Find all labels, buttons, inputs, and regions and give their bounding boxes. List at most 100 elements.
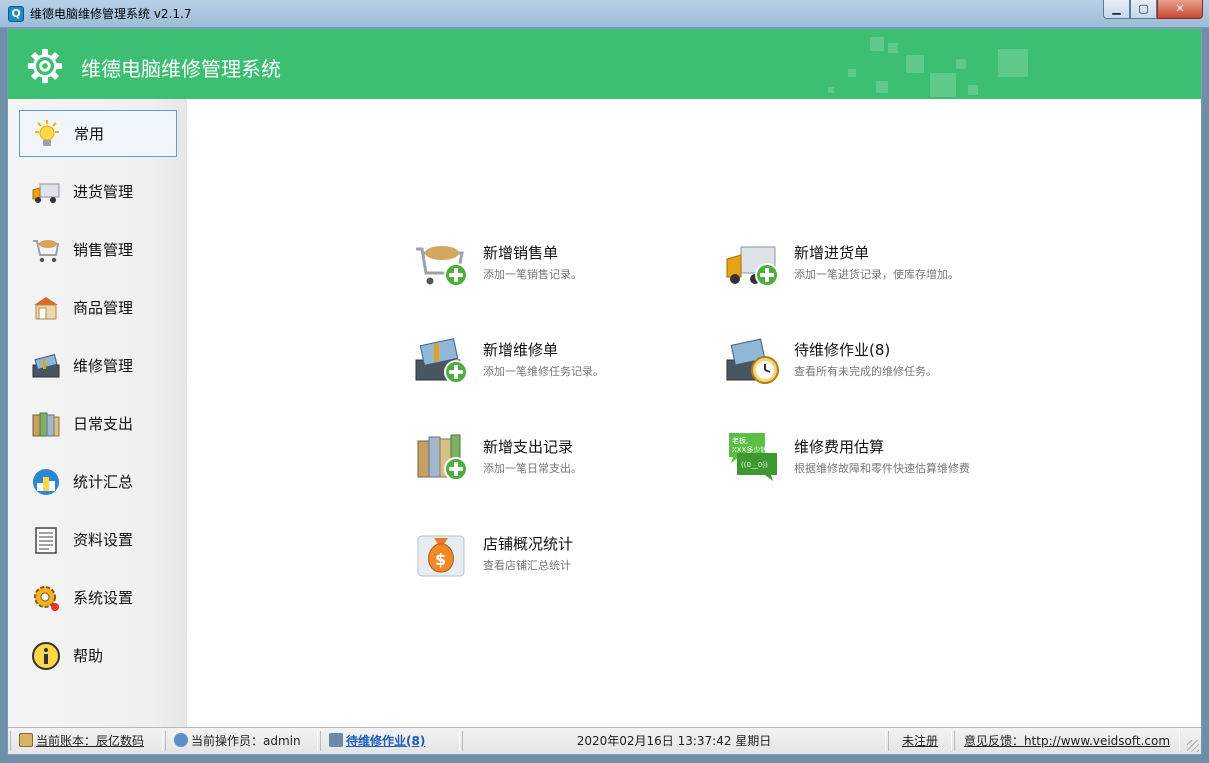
tile-title: 新增支出记录 xyxy=(483,438,574,456)
header-decoration xyxy=(876,81,888,93)
binders-add-icon xyxy=(417,434,468,481)
sidebar-item-label: 帮助 xyxy=(73,647,104,665)
window-title: 维德电脑维修管理系统 v2.1.7 xyxy=(30,7,192,21)
sidebar-item-statistics[interactable]: 统计汇总 xyxy=(19,458,177,505)
tile-title: 新增进货单 xyxy=(794,244,870,262)
tile-new-expense[interactable]: 新增支出记录 添加一笔日常支出。 xyxy=(414,431,714,491)
sidebar-item-label: 日常支出 xyxy=(73,415,134,433)
tile-description: 根据维修故障和零件快速估算维修费 xyxy=(794,462,970,475)
bubble-text-1: 老板, xyxy=(732,436,748,445)
status-operator-label: 当前操作员：admin xyxy=(191,734,301,748)
resize-grip[interactable] xyxy=(1187,740,1199,752)
tile-new-sale[interactable]: 新增销售单 添加一笔销售记录。 xyxy=(414,237,714,297)
sidebar-item-label: 常用 xyxy=(74,125,105,143)
app-icon[interactable]: Q xyxy=(8,6,24,22)
header-decoration xyxy=(848,69,856,77)
money-bag-icon: $ xyxy=(417,535,465,577)
status-datetime-label: 2020年02月16日 13:37:42 星期日 xyxy=(576,734,772,748)
account-book-icon xyxy=(19,733,33,747)
header-decoration xyxy=(888,43,898,53)
lightbulb-icon xyxy=(30,117,64,151)
status-datetime: 2020年02月16日 13:37:42 星期日 xyxy=(462,731,886,751)
window-titlebar[interactable]: Q 维德电脑维修管理系统 v2.1.7 ▁ ▢ ✕ xyxy=(0,0,1209,28)
sidebar-item-sales[interactable]: 销售管理 xyxy=(19,226,177,273)
bubble-text-2: XXX多少钱 xyxy=(732,445,767,454)
status-register[interactable]: 未注册 xyxy=(888,731,952,751)
maximize-button[interactable]: ▢ xyxy=(1130,0,1157,19)
sidebar-item-system-settings[interactable]: 系统设置 xyxy=(19,574,177,621)
header-decoration xyxy=(956,59,966,69)
gear-logo-icon xyxy=(27,48,63,84)
truck-add-icon xyxy=(726,246,779,287)
status-account-label: 当前账本：辰亿数码 xyxy=(36,734,145,748)
tile-title: 店铺概况统计 xyxy=(483,535,574,553)
sidebar-item-label: 统计汇总 xyxy=(73,473,134,491)
tile-new-purchase[interactable]: 新增进货单 添加一笔进货记录，使库存增加。 xyxy=(725,237,1025,297)
sidebar-item-label: 进货管理 xyxy=(73,183,134,201)
tile-description: 添加一笔维修任务记录。 xyxy=(483,365,604,378)
sidebar-item-help[interactable]: 帮助 xyxy=(19,632,177,679)
toolbox-icon xyxy=(29,349,63,383)
header-decoration xyxy=(828,87,834,93)
sidebar-item-repair[interactable]: 维修管理 xyxy=(19,342,177,389)
app-header: 维德电脑维修管理系统 xyxy=(8,29,1201,99)
svg-text:$: $ xyxy=(435,550,446,569)
tile-new-repair[interactable]: 新增维修单 添加一笔维修任务记录。 xyxy=(414,334,714,394)
tile-repair-estimate[interactable]: 老板, XXX多少钱 ((0__0)) 维修费用估算 根据维修故障和零件快速估算… xyxy=(725,431,1025,491)
bubble-text-3: ((0__0)) xyxy=(741,461,768,469)
sidebar-item-goods[interactable]: 商品管理 xyxy=(19,284,177,331)
store-icon xyxy=(29,291,63,325)
document-icon xyxy=(29,523,63,557)
tile-title: 新增销售单 xyxy=(483,244,559,262)
status-operator: 当前操作员：admin xyxy=(165,731,318,751)
sidebar-item-common[interactable]: 常用 xyxy=(19,110,177,157)
header-decoration xyxy=(998,49,1028,77)
tile-title: 维修费用估算 xyxy=(794,438,885,456)
tile-store-overview[interactable]: $ 店铺概况统计 查看店铺汇总统计 xyxy=(414,528,714,588)
toolbox-clock-icon xyxy=(726,338,779,384)
tile-description: 添加一笔销售记录。 xyxy=(483,268,582,281)
app-title: 维德电脑维修管理系统 xyxy=(81,57,281,81)
user-icon xyxy=(174,733,188,747)
sidebar-item-label: 资料设置 xyxy=(73,531,134,549)
tile-description: 添加一笔进货记录，使库存增加。 xyxy=(794,268,959,281)
header-decoration xyxy=(930,73,956,97)
feedback-link[interactable]: 意见反馈：http://www.veidsoft.com xyxy=(964,734,1170,748)
minimize-button[interactable]: ▁ xyxy=(1103,0,1130,19)
status-feedback[interactable]: 意见反馈：http://www.veidsoft.com xyxy=(954,731,1180,751)
pending-repairs-link[interactable]: 待维修作业(8) xyxy=(346,734,425,748)
header-decoration xyxy=(906,55,924,73)
sidebar-item-label: 销售管理 xyxy=(73,241,134,259)
toolbox-add-icon xyxy=(415,338,468,384)
tile-description: 查看店铺汇总统计 xyxy=(483,559,571,572)
binders-icon xyxy=(29,407,63,441)
sidebar-item-label: 商品管理 xyxy=(73,299,134,317)
podium-icon xyxy=(29,465,63,499)
header-decoration xyxy=(870,37,884,51)
sidebar-item-label: 系统设置 xyxy=(73,589,134,607)
gear-icon xyxy=(29,581,63,615)
tile-pending-repairs[interactable]: 待维修作业(8) 查看所有未完成的维修任务。 xyxy=(725,334,1025,394)
close-button[interactable]: ✕ xyxy=(1157,0,1203,19)
chat-bubbles-icon: 老板, XXX多少钱 ((0__0)) xyxy=(729,433,777,481)
tile-description: 添加一笔日常支出。 xyxy=(483,462,582,475)
tile-description: 查看所有未完成的维修任务。 xyxy=(794,365,937,378)
truck-icon xyxy=(29,175,63,209)
app-frame: 维德电脑维修管理系统 常用 进货管理 销售管理 商品管理 维修管理 日常支出 统… xyxy=(7,28,1202,755)
sidebar-item-label: 维修管理 xyxy=(73,357,134,375)
status-pending[interactable]: 待维修作业(8) xyxy=(320,731,460,751)
sidebar-item-expenses[interactable]: 日常支出 xyxy=(19,400,177,447)
tile-title: 待维修作业(8) xyxy=(794,341,891,359)
cart-add-icon xyxy=(416,246,468,287)
register-link[interactable]: 未注册 xyxy=(902,734,938,748)
status-account[interactable]: 当前账本：辰亿数码 xyxy=(10,731,163,751)
sidebar-item-purchase[interactable]: 进货管理 xyxy=(19,168,177,215)
toolbox-small-icon xyxy=(329,733,343,747)
shopping-cart-icon xyxy=(29,233,63,267)
header-decoration xyxy=(968,85,978,95)
info-icon xyxy=(29,639,63,673)
window-controls: ▁ ▢ ✕ xyxy=(1103,0,1203,20)
sidebar-item-data-settings[interactable]: 资料设置 xyxy=(19,516,177,563)
sidebar: 常用 进货管理 销售管理 商品管理 维修管理 日常支出 统计汇总 资料设置 系统… xyxy=(8,99,187,727)
status-bar: 当前账本：辰亿数码 当前操作员：admin 待维修作业(8) 2020年02月1… xyxy=(8,727,1201,754)
